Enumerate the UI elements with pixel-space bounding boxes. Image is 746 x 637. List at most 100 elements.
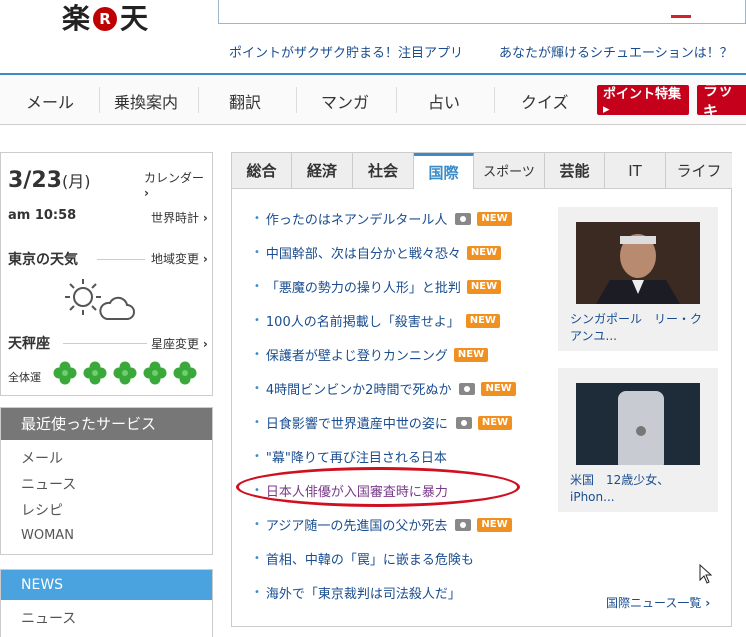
bullet-icon: • — [254, 587, 260, 598]
clover-icon — [53, 361, 77, 385]
weekday: (月) — [61, 172, 91, 191]
headline-text[interactable]: 首相、中韓の「罠」に嵌まる危険も — [266, 549, 474, 568]
headline-item[interactable]: • 首相、中韓の「罠」に嵌まる危険も — [254, 549, 474, 568]
clover-icon — [173, 361, 197, 385]
headline-item[interactable]: • 海外で「東京裁判は司法殺人だ」 — [254, 583, 461, 602]
service-link-news[interactable]: ニュース — [21, 474, 76, 494]
nav-quiz[interactable]: クイズ — [521, 89, 569, 113]
search-accent — [671, 15, 691, 18]
news-photo — [576, 222, 700, 304]
bullet-icon: • — [254, 383, 260, 394]
camera-icon — [455, 416, 472, 429]
tab-it[interactable]: IT — [605, 153, 666, 189]
bullet-icon: • — [254, 519, 260, 530]
promo-link-situation[interactable]: あなたが輝けるシチュエーションは！？ — [499, 42, 733, 61]
service-link-recipe[interactable]: レシピ — [21, 500, 63, 520]
news-tabs: 総合 経済 社会 国際 スポーツ 芸能 IT ライフ — [232, 153, 732, 190]
chevron-right-icon: › — [144, 186, 149, 200]
headline-item[interactable]: • 中国幹部、次は自分かと戦々恐々 NEW — [254, 243, 502, 262]
headline-text[interactable]: 作ったのはネアンデルタール人 — [266, 209, 447, 228]
rakuten-logo[interactable]: 楽 R 天 — [62, 0, 148, 38]
bullet-icon: • — [254, 315, 260, 326]
bullet-icon: • — [254, 553, 260, 564]
nav-translate[interactable]: 翻訳 — [229, 89, 261, 113]
tab-sports[interactable]: スポーツ — [474, 153, 545, 189]
new-badge: NEW — [466, 279, 502, 294]
logo-right: 天 — [120, 2, 149, 35]
photo-card-caption: 米国 12歳少女、iPhon... — [570, 473, 670, 504]
headline-item[interactable]: • "幕"降りて再び注目される日本 — [254, 447, 447, 466]
bullet-icon: • — [254, 247, 260, 258]
date-value: 3/23 — [8, 168, 62, 193]
tab-international[interactable]: 国際 — [414, 153, 474, 189]
search-input[interactable] — [218, 0, 746, 24]
headline-text[interactable]: アジア随一の先進国の父か死去 — [266, 515, 447, 534]
service-nav: メール 乗換案内 翻訳 マンガ 占い クイズ ポイント特集 ▸ ラッキ — [0, 73, 746, 125]
headline-text[interactable]: 海外で「東京裁判は司法殺人だ」 — [266, 583, 461, 602]
nav-manga[interactable]: マンガ — [321, 89, 369, 113]
nav-mail[interactable]: メール — [26, 89, 74, 113]
chevron-right-icon: › — [202, 337, 208, 351]
photo-card-iphone[interactable]: 米国 12歳少女、iPhon... — [558, 368, 718, 512]
headline-item[interactable]: • 日食影響で世界遺産中世の姿に NEW — [254, 413, 513, 432]
lucky-button[interactable]: ラッキ — [697, 81, 746, 120]
headline-item[interactable]: • 作ったのはネアンデルタール人 NEW — [254, 209, 512, 228]
photo-card-singapore[interactable]: シンガポール リー・クアンユ... — [558, 207, 718, 351]
nav-divider — [296, 87, 297, 113]
service-link-woman[interactable]: WOMAN — [21, 528, 74, 543]
bullet-icon: • — [254, 349, 260, 360]
new-badge: NEW — [477, 211, 512, 226]
region-change-link[interactable]: 地域変更 › — [151, 250, 208, 267]
clover-icon — [83, 361, 107, 385]
tab-society[interactable]: 社会 — [353, 153, 414, 189]
more-label: 国際ニュース一覧 — [606, 596, 702, 610]
new-badge: NEW — [466, 245, 502, 260]
recent-services-title: 最近使ったサービス — [1, 408, 212, 440]
news-photo — [576, 383, 700, 465]
headline-text[interactable]: 「悪魔の勢力の操り人形」と批判 — [266, 277, 461, 296]
nav-fortune[interactable]: 占い — [428, 89, 460, 113]
headline-item[interactable]: • アジア随一の先進国の父か死去 NEW — [254, 515, 512, 534]
sign-change-link[interactable]: 星座変更 › — [151, 335, 208, 352]
headline-text[interactable]: 中国幹部、次は自分かと戦々恐々 — [266, 243, 461, 262]
mouse-cursor-icon — [699, 564, 713, 584]
headline-item[interactable]: • 100人の名前掲載し「殺害せよ」 NEW — [254, 311, 500, 330]
tab-general[interactable]: 総合 — [232, 153, 292, 189]
nav-divider — [198, 87, 199, 113]
tab-economy[interactable]: 経済 — [292, 153, 353, 189]
promo-link-app[interactable]: ポイントがザクザク貯まる！注目アプリ — [229, 42, 463, 61]
news-sidebar-title: NEWS — [1, 570, 212, 600]
nav-divider — [396, 87, 397, 113]
tab-life[interactable]: ライフ — [666, 153, 732, 189]
bullet-icon: • — [254, 451, 260, 462]
new-badge: NEW — [465, 313, 500, 328]
bullet-icon: • — [254, 417, 260, 428]
bullet-icon: • — [254, 281, 260, 292]
headline-item[interactable]: • 4時間ビンビンか2時間で死ぬか NEW — [254, 379, 516, 398]
headline-item[interactable]: • 「悪魔の勢力の操り人形」と批判 NEW — [254, 277, 502, 296]
point-special-button[interactable]: ポイント特集 ▸ — [597, 85, 689, 117]
international-news-list-link[interactable]: 国際ニュース一覧 › — [606, 594, 710, 611]
world-clock-link[interactable]: 世界時計 › — [151, 209, 208, 226]
headline-text[interactable]: 4時間ビンビンか2時間で死ぬか — [266, 379, 452, 398]
headline-text[interactable]: 100人の名前掲載し「殺害せよ」 — [266, 311, 460, 330]
sun-cloud-icon[interactable] — [61, 277, 137, 325]
world-clock-label: 世界時計 — [151, 211, 200, 225]
tab-entertainment[interactable]: 芸能 — [545, 153, 605, 189]
headline-text[interactable]: 日食影響で世界遺産中世の姿に — [266, 413, 448, 432]
service-link-mail[interactable]: メール — [21, 448, 63, 468]
horoscope-title: 天秤座 — [8, 336, 50, 352]
calendar-link[interactable]: カレンダー › — [144, 169, 212, 200]
logo-r: R — [93, 7, 118, 31]
divider — [97, 259, 145, 260]
headline-text[interactable]: "幕"降りて再び注目される日本 — [266, 447, 447, 466]
headline-text[interactable]: 保護者が壁よじ登りカンニング — [266, 345, 448, 364]
date-weather-panel: 3/23(月) カレンダー › am 10:58 世界時計 › 東京の天気 地域… — [0, 152, 213, 396]
news-sidebar-link[interactable]: ニュース — [21, 608, 76, 628]
headline-item[interactable]: • 保護者が壁よじ登りカンニング NEW — [254, 345, 489, 364]
camera-icon — [455, 212, 472, 225]
calendar-label: カレンダー — [144, 171, 205, 185]
clover-icon — [143, 361, 167, 385]
nav-transit[interactable]: 乗換案内 — [114, 89, 178, 113]
new-badge: NEW — [477, 415, 513, 430]
